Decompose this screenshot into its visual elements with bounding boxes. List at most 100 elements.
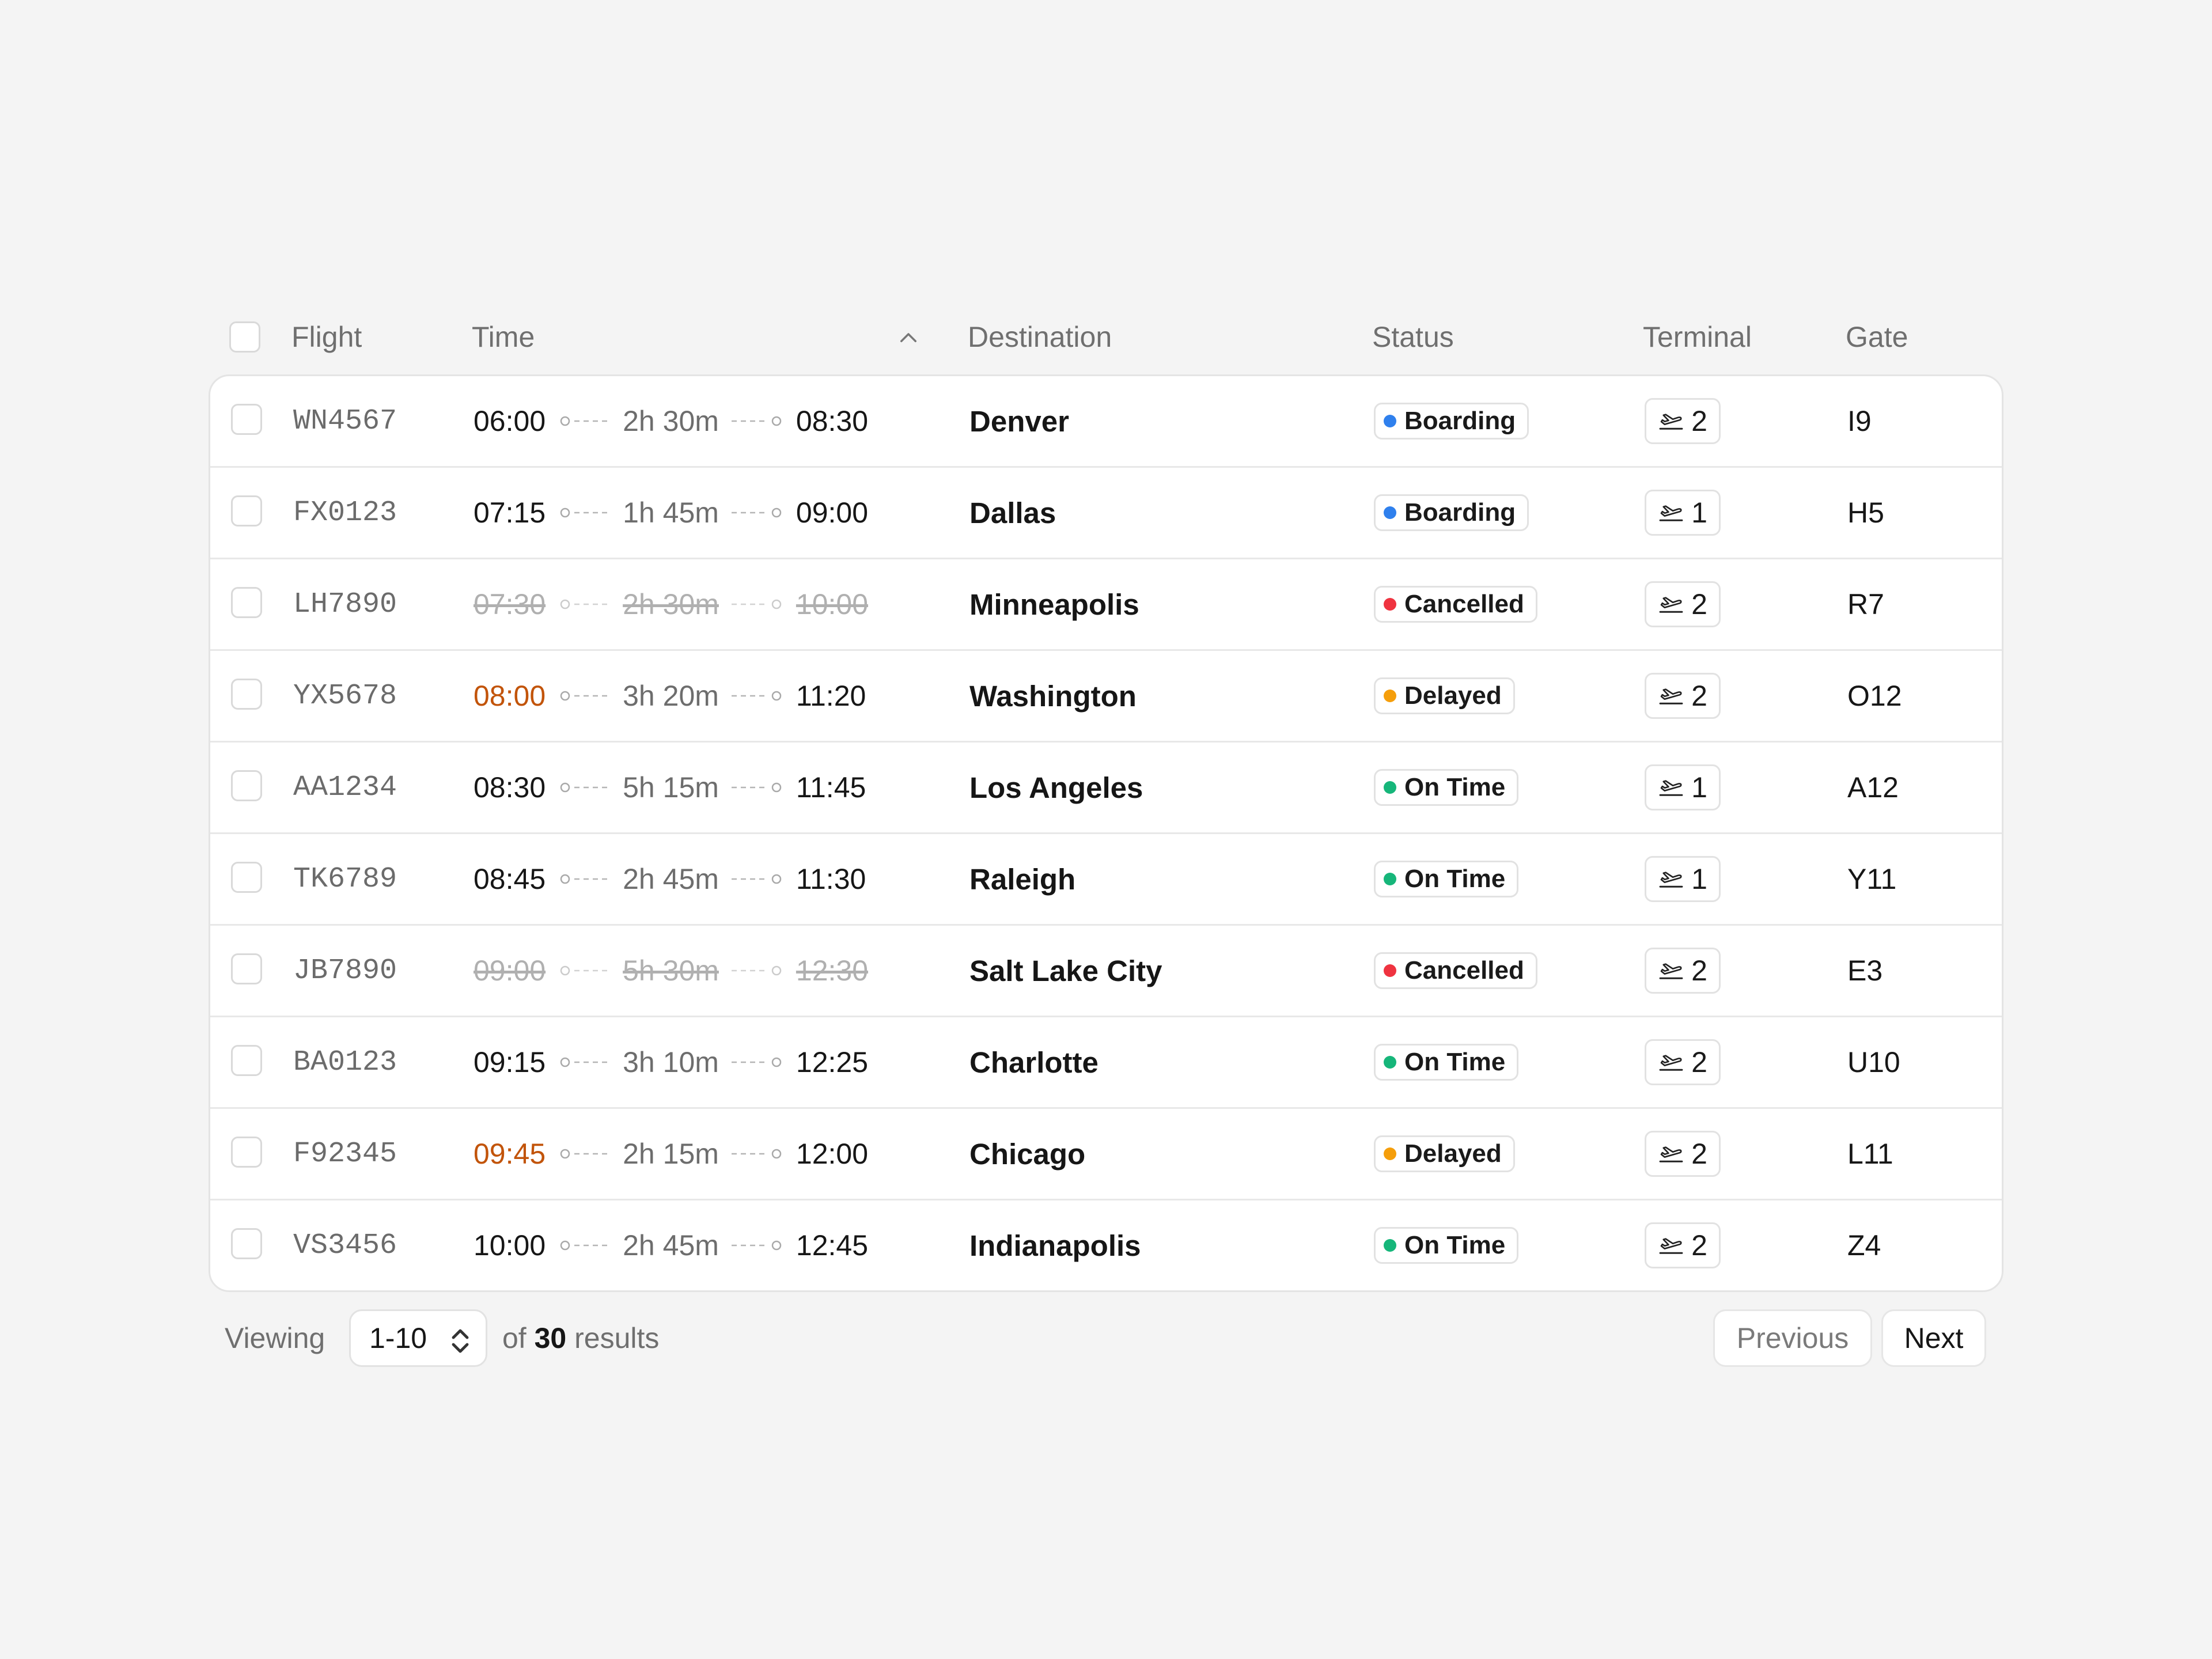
flight-number: BA0123 — [293, 1046, 397, 1079]
row-checkbox[interactable] — [231, 1228, 262, 1259]
status-cell: On Time — [1374, 743, 1519, 832]
row-checkbox[interactable] — [231, 587, 262, 618]
status-badge: Delayed — [1374, 677, 1515, 714]
table-row[interactable]: TK6789 08:45 2h 45m 11:30 Raleigh On Tim… — [210, 834, 2002, 926]
table-row[interactable]: YX5678 08:00 3h 20m 11:20 Washington Del… — [210, 651, 2002, 743]
gate-number: R7 — [1847, 588, 1884, 620]
table-row[interactable]: LH7890 07:30 2h 30m 10:00 Minneapolis Ca… — [210, 559, 2002, 651]
table-row[interactable]: VS3456 10:00 2h 45m 12:45 Indianapolis O… — [210, 1200, 2002, 1290]
arrival-time: 08:30 — [796, 405, 869, 437]
status-label: On Time — [1404, 1048, 1506, 1076]
column-header-status[interactable]: Status — [1372, 300, 1454, 374]
column-header-flight[interactable]: Flight — [291, 300, 362, 374]
destination-name: Indianapolis — [969, 1229, 1141, 1262]
status-dot-icon — [1384, 1056, 1396, 1069]
terminal-cell: 2 — [1645, 926, 1721, 1016]
column-header-terminal[interactable]: Terminal — [1643, 300, 1752, 374]
time-cell: 07:30 2h 30m 10:00 — [474, 559, 934, 649]
gate-cell: I9 — [1847, 376, 1872, 466]
status-cell: Cancelled — [1374, 926, 1537, 1016]
time-cell: 10:00 2h 45m 12:45 — [474, 1200, 934, 1290]
status-dot-icon — [1384, 415, 1396, 427]
status-cell: Boarding — [1374, 376, 1529, 466]
flight-number: JB7890 — [293, 954, 397, 987]
row-checkbox[interactable] — [231, 862, 262, 893]
flight-duration: 5h 15m — [623, 771, 719, 804]
route-end-icon — [731, 965, 782, 976]
results-label: results — [574, 1322, 660, 1354]
flight-number: TK6789 — [293, 862, 397, 896]
row-select-cell — [231, 953, 263, 988]
status-dot-icon — [1384, 964, 1396, 977]
destination-name: Denver — [969, 404, 1069, 438]
airplane-takeoff-icon — [1659, 1055, 1683, 1071]
arrival-time: 10:00 — [796, 588, 869, 620]
terminal-number: 2 — [1691, 1046, 1707, 1078]
status-cell: On Time — [1374, 1017, 1519, 1107]
row-select-cell — [231, 1137, 263, 1171]
flight-cell: BA0123 — [293, 1017, 397, 1107]
status-label: Cancelled — [1404, 590, 1524, 618]
terminal-chip: 2 — [1645, 948, 1721, 994]
row-checkbox[interactable] — [231, 404, 262, 435]
route-end-icon — [731, 599, 782, 609]
flight-number: VS3456 — [293, 1229, 397, 1262]
route-end-icon — [731, 1149, 782, 1159]
column-header-time[interactable]: Time — [472, 300, 933, 374]
terminal-number: 1 — [1691, 771, 1707, 804]
gate-cell: A12 — [1847, 743, 1899, 832]
flight-duration: 1h 45m — [623, 497, 719, 529]
gate-cell: L11 — [1847, 1109, 1893, 1199]
next-button[interactable]: Next — [1881, 1309, 1986, 1367]
chevron-up-down-icon — [452, 1329, 469, 1353]
table-row[interactable]: AA1234 08:30 5h 15m 11:45 Los Angeles On… — [210, 743, 2002, 834]
chevron-up-icon[interactable] — [896, 326, 921, 350]
range-select[interactable]: 1-10 — [349, 1309, 487, 1367]
time-cell: 07:15 1h 45m 09:00 — [474, 468, 934, 558]
flight-cell: LH7890 — [293, 559, 397, 649]
route-start-icon — [560, 1149, 611, 1159]
gate-number: L11 — [1847, 1138, 1893, 1170]
column-header-gate[interactable]: Gate — [1846, 300, 1908, 374]
column-header-destination[interactable]: Destination — [968, 300, 1112, 374]
terminal-cell: 2 — [1645, 651, 1721, 741]
route-end-icon — [731, 1057, 782, 1067]
row-checkbox[interactable] — [231, 495, 262, 527]
departure-time: 09:45 — [474, 1138, 546, 1170]
destination-name: Raleigh — [969, 862, 1076, 896]
status-label: Boarding — [1404, 407, 1516, 435]
table-row[interactable]: BA0123 09:15 3h 10m 12:25 Charlotte On T… — [210, 1017, 2002, 1109]
route-end-icon — [731, 691, 782, 701]
status-dot-icon — [1384, 1239, 1396, 1252]
row-select-cell — [231, 1228, 263, 1263]
terminal-cell: 1 — [1645, 468, 1721, 558]
gate-number: A12 — [1847, 771, 1899, 804]
airplane-takeoff-icon — [1659, 505, 1683, 521]
previous-button[interactable]: Previous — [1713, 1309, 1872, 1367]
row-select-cell — [231, 495, 263, 530]
status-badge: On Time — [1374, 769, 1519, 806]
row-checkbox[interactable] — [231, 953, 262, 984]
table-row[interactable]: F92345 09:45 2h 15m 12:00 Chicago Delaye… — [210, 1109, 2002, 1200]
table-row[interactable]: WN4567 06:00 2h 30m 08:30 Denver Boardin… — [210, 376, 2002, 468]
status-badge: Cancelled — [1374, 586, 1537, 623]
flight-number: LH7890 — [293, 588, 397, 621]
departure-time: 08:45 — [474, 863, 546, 895]
flight-cell: WN4567 — [293, 376, 397, 466]
status-label: On Time — [1404, 773, 1506, 801]
terminal-chip: 2 — [1645, 581, 1721, 627]
select-all-checkbox[interactable] — [229, 321, 260, 353]
table-header: Flight Time Destination Status Terminal … — [209, 300, 2003, 374]
row-checkbox[interactable] — [231, 1045, 262, 1076]
table-row[interactable]: FX0123 07:15 1h 45m 09:00 Dallas Boardin… — [210, 468, 2002, 559]
row-checkbox[interactable] — [231, 770, 262, 801]
status-dot-icon — [1384, 506, 1396, 519]
row-checkbox[interactable] — [231, 1137, 262, 1168]
destination-name: Charlotte — [969, 1046, 1099, 1079]
status-badge: Boarding — [1374, 494, 1529, 531]
flight-cell: TK6789 — [293, 834, 397, 924]
row-checkbox[interactable] — [231, 679, 262, 710]
flights-table-container: Flight Time Destination Status Terminal … — [209, 300, 2003, 1396]
table-row[interactable]: JB7890 09:00 5h 30m 12:30 Salt Lake City… — [210, 926, 2002, 1017]
departure-time: 10:00 — [474, 1229, 546, 1262]
